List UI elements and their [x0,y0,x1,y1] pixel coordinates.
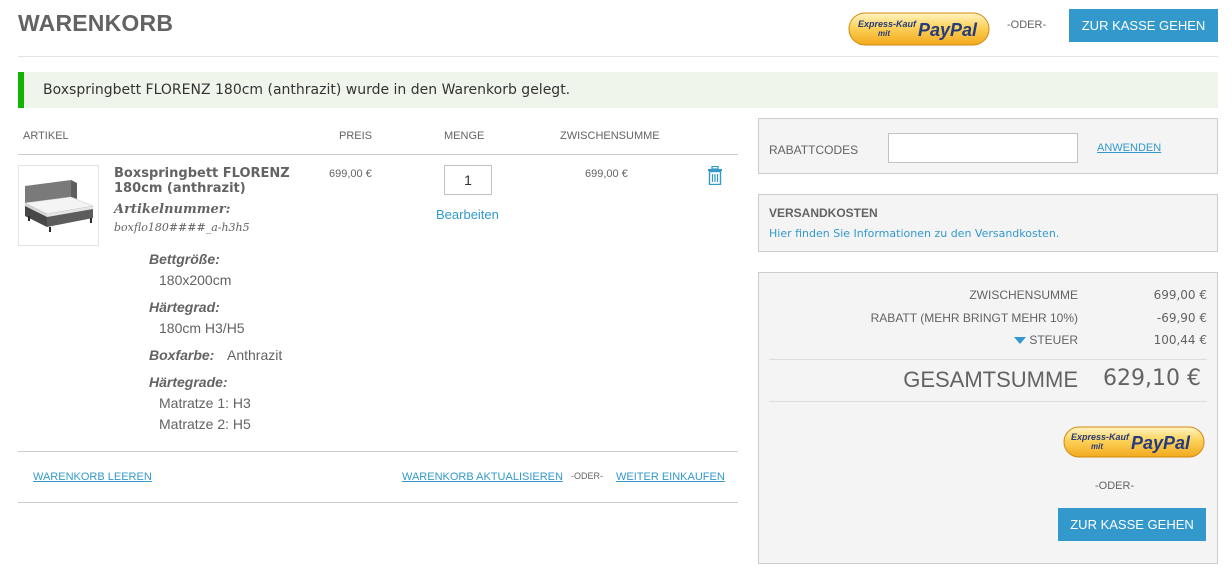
option-value-firmness: 180cm H3/H5 [159,320,245,336]
paypal-express-line1: Express-Kauf [858,19,917,29]
table-header-divider [18,154,738,155]
column-header-subtotal: ZWISCHENSUMME [560,130,660,142]
subtotal-value: 699,00 € [1153,288,1207,302]
item-price: 699,00 € [329,168,372,180]
discount-code-input[interactable] [888,133,1078,163]
option-label-bed-size: Bettgröße: [149,251,220,267]
option-value-mattress-2: Matratze 2: H5 [159,416,251,432]
shipping-info-link[interactable]: Hier finden Sie Informationen zu den Ver… [769,227,1059,240]
success-message-text: Boxspringbett FLORENZ 180cm (anthrazit) … [43,82,571,98]
column-header-quantity: MENGE [444,130,485,142]
paypal-express-button-totals[interactable]: Express-Kauf mit PayPal [1063,426,1205,458]
tax-label[interactable]: STEUER [1029,333,1078,347]
update-cart-link[interactable]: WARENKORB AKTUALISIEREN [402,471,563,483]
paypal-logo-text: PayPal [1131,433,1191,453]
subtotal-label: ZWISCHENSUMME [969,288,1078,302]
option-label-firmness-grades: Härtegrade: [149,374,228,390]
sku-value: boxflo180####_a-h3h5 [114,221,250,234]
item-subtotal: 699,00 € [585,168,628,180]
discount-total-value: -69,90 € [1156,311,1207,325]
checkout-button[interactable]: ZUR KASSE GEHEN [1069,9,1218,42]
paypal-express-line2: mit [1091,442,1103,451]
header-divider [18,56,1218,57]
grand-total-value: 629,10 € [1103,366,1201,391]
column-header-price: PREIS [339,130,373,142]
option-value-bed-size: 180x200cm [159,272,232,288]
trash-icon[interactable] [707,166,723,185]
shipping-title: VERSANDKOSTEN [769,206,878,220]
or-separator-actions: -ODER- [571,471,603,481]
paypal-logo-text: PayPal [918,20,978,40]
option-label-firmness: Härtegrad: [149,299,220,315]
column-header-article: ARTIKEL [23,130,69,142]
paypal-express-line1: Express-Kauf [1071,432,1130,442]
bed-image-icon [23,180,95,232]
actions-divider [18,502,738,503]
or-separator: -ODER- [1007,19,1047,31]
continue-shopping-link[interactable]: WEITER EINKAUFEN [616,471,725,483]
option-value-box-color: Anthrazit [227,347,283,363]
page-title: WARENKORB [18,10,174,36]
items-divider [18,451,738,452]
option-label-box-color: Boxfarbe: [149,347,215,363]
checkout-button-totals[interactable]: ZUR KASSE GEHEN [1058,508,1206,541]
apply-discount-link[interactable]: ANWENDEN [1097,142,1161,154]
product-name[interactable]: Boxspringbett FLORENZ 180cm (anthrazit) [114,166,314,196]
edit-item-link[interactable]: Bearbeiten [436,207,499,222]
option-value-mattress-1: Matratze 1: H3 [159,395,251,411]
product-thumbnail[interactable] [18,165,99,246]
discount-label: RABATTCODES [769,143,859,157]
paypal-express-button[interactable]: Express-Kauf mit PayPal [848,12,990,46]
shipping-box [758,194,1218,252]
sku-label: Artikelnummer: [114,202,231,217]
paypal-express-line2: mit [878,29,890,38]
grand-total-label: GESAMTSUMME [903,367,1078,392]
clear-cart-link[interactable]: WARENKORB LEEREN [33,471,152,483]
or-separator-totals: -ODER- [1095,480,1135,492]
tax-value: 100,44 € [1153,333,1207,347]
totals-divider-bottom [769,401,1207,402]
discount-total-label: RABATT (MEHR BRINGT MEHR 10%) [870,311,1078,325]
totals-divider-top [769,359,1207,360]
tax-toggle-icon[interactable] [1014,337,1026,344]
quantity-input[interactable]: 1 [444,165,492,195]
